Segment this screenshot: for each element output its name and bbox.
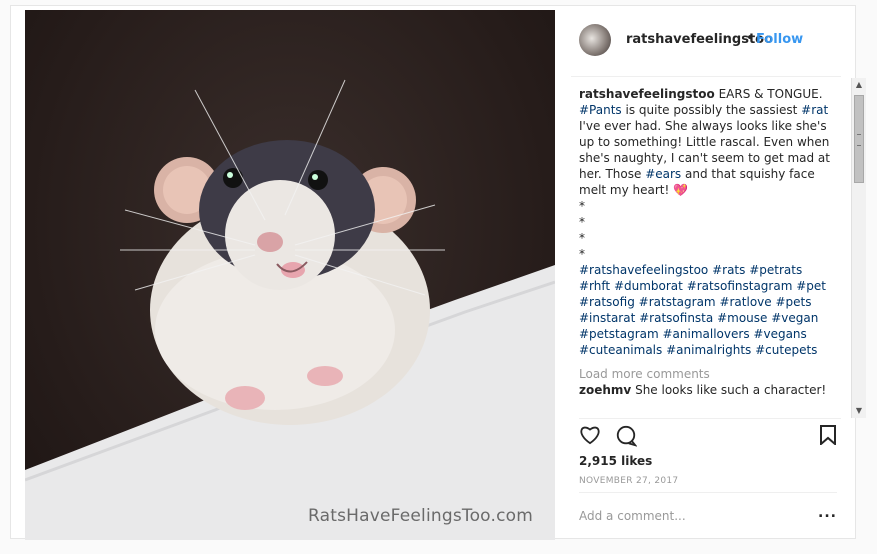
- rat-illustration: [25, 79, 555, 540]
- scroll-up-arrow-icon[interactable]: ▲: [852, 78, 866, 92]
- hashtag[interactable]: #rat: [801, 103, 828, 117]
- follow-button[interactable]: Follow: [756, 32, 803, 47]
- load-more-comments[interactable]: Load more comments: [579, 366, 831, 382]
- hashtag[interactable]: #ratsofig: [579, 295, 635, 309]
- post-card: RatsHaveFeelingsToo.com ratshavefeelings…: [10, 5, 866, 540]
- hashtag[interactable]: #rats: [712, 263, 745, 277]
- comment-text: She looks like such a character!: [635, 383, 827, 397]
- hashtag[interactable]: #Pants: [579, 103, 622, 117]
- bookmark-icon[interactable]: [819, 425, 837, 449]
- hashtag-list: #ratshavefeelingstoo #rats #petrats #rhf…: [579, 262, 831, 358]
- caption-title: EARS & TONGUE.: [718, 87, 823, 101]
- hashtag[interactable]: #animalrights: [666, 343, 751, 357]
- post-sidebar: ratshavefeelingstoo • Follow ratshavefee…: [571, 6, 866, 540]
- hashtag[interactable]: #cuteanimals: [579, 343, 662, 357]
- hashtag[interactable]: #cutepets: [755, 343, 817, 357]
- caption-username[interactable]: ratshavefeelingstoo: [579, 87, 715, 101]
- sparkling-heart-emoji: 💖: [673, 183, 689, 197]
- action-bar: [579, 418, 841, 449]
- post-header: ratshavefeelingstoo • Follow: [571, 6, 841, 77]
- star-line: *: [579, 231, 585, 245]
- hashtag[interactable]: #ratshavefeelingstoo: [579, 263, 708, 277]
- hashtag[interactable]: #vegans: [753, 327, 806, 341]
- star-line: *: [579, 215, 585, 229]
- comment-row: zoehmv She looks like such a character!: [579, 382, 831, 398]
- comment-username[interactable]: zoehmv: [579, 383, 631, 397]
- hashtag[interactable]: #ratlove: [719, 295, 771, 309]
- heart-icon[interactable]: [579, 425, 601, 449]
- add-comment-bar: ...: [579, 492, 837, 539]
- hashtag[interactable]: #dumborat: [614, 279, 683, 293]
- comment-input[interactable]: [579, 509, 799, 523]
- avatar[interactable]: [579, 24, 611, 56]
- separator-dot: •: [746, 31, 754, 46]
- comment-icon[interactable]: [615, 425, 638, 451]
- comments-list[interactable]: ratshavefeelingstoo EARS & TONGUE. #Pant…: [579, 86, 831, 416]
- caption: ratshavefeelingstoo EARS & TONGUE. #Pant…: [579, 86, 831, 198]
- hashtag[interactable]: #instarat: [579, 311, 635, 325]
- hashtag[interactable]: #mouse: [717, 311, 767, 325]
- star-line: *: [579, 199, 585, 213]
- hashtag[interactable]: #ratsofinsta: [639, 311, 713, 325]
- hashtag[interactable]: #vegan: [771, 311, 818, 325]
- post-photo[interactable]: RatsHaveFeelingsToo.com: [25, 10, 555, 540]
- post-date: NOVEMBER 27, 2017: [579, 476, 679, 486]
- scroll-down-arrow-icon[interactable]: ▼: [852, 404, 866, 418]
- like-count[interactable]: 2,915 likes: [579, 454, 652, 468]
- more-options-icon[interactable]: ...: [818, 505, 837, 521]
- hashtag[interactable]: #pet: [796, 279, 826, 293]
- comments-scrollbar[interactable]: ▲ ▼: [851, 78, 866, 418]
- hashtag[interactable]: #pets: [775, 295, 811, 309]
- watermark: RatsHaveFeelingsToo.com: [307, 506, 533, 526]
- hashtag[interactable]: #rhft: [579, 279, 610, 293]
- hashtag[interactable]: #ratstagram: [639, 295, 716, 309]
- caption-stars: * * * *: [579, 198, 831, 262]
- star-line: *: [579, 247, 585, 261]
- hashtag[interactable]: #petstagram: [579, 327, 659, 341]
- scrollbar-thumb[interactable]: [854, 95, 864, 183]
- hashtag[interactable]: #petrats: [749, 263, 802, 277]
- hashtag[interactable]: #animallovers: [663, 327, 750, 341]
- hashtag[interactable]: #ratsofinstagram: [687, 279, 793, 293]
- hashtag[interactable]: #ears: [645, 167, 681, 181]
- caption-text: is quite possibly the sassiest: [625, 103, 798, 117]
